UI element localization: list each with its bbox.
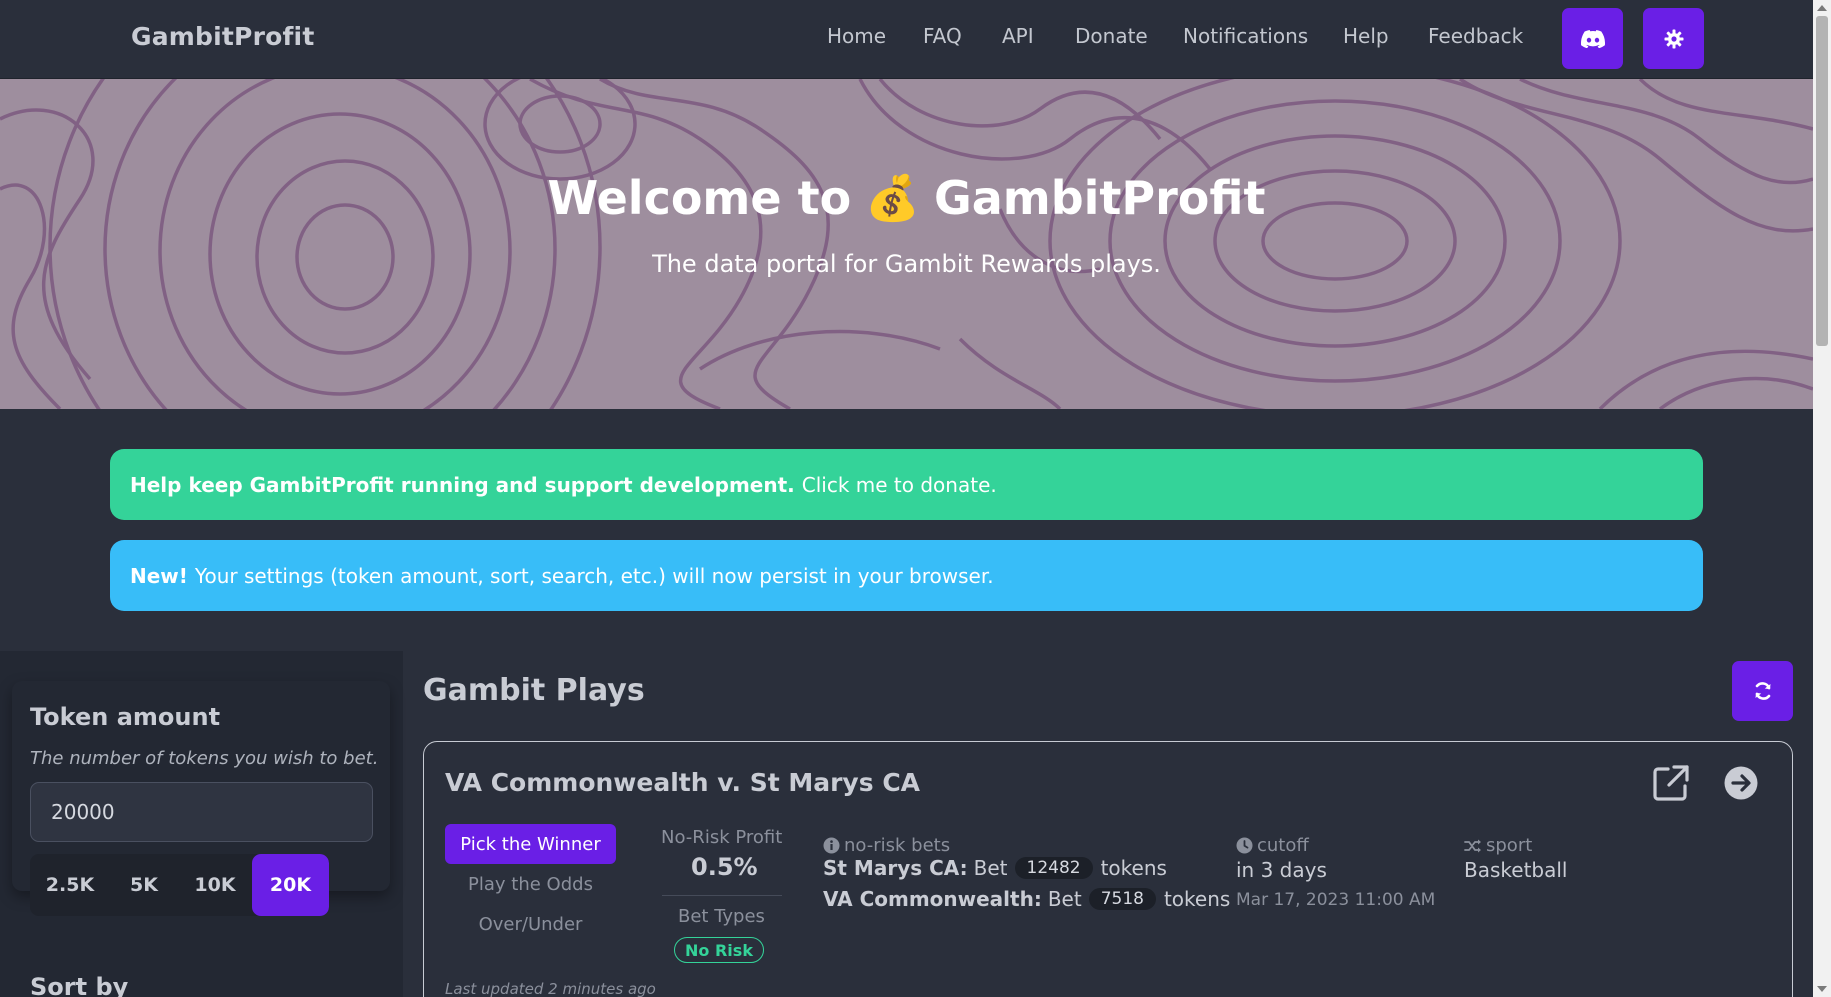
preset-5k-button[interactable]: 5K [110,854,178,916]
nav-link-help[interactable]: Help [1343,24,1389,48]
settings-button[interactable] [1643,8,1704,69]
hero-title-prefix: Welcome to [547,171,852,225]
navbar: GambitProfit Home FAQ API Donate Notific… [0,0,1813,79]
bet-amount-1: 12482 [1014,857,1093,879]
last-updated-text: Last updated 2 minutes ago [445,980,656,997]
bet-verb-2: Bet [1047,887,1082,911]
sport-label: sport [1486,835,1533,856]
donate-alert-text: Click me to donate. [801,472,997,497]
bet-team-1: St Marys CA: [823,856,968,880]
brand-logo[interactable]: GambitProfit [131,22,314,51]
sidebar: Token amount The number of tokens you wi… [0,651,403,997]
play-card: VA Commonwealth v. St Marys CA Pick the … [423,741,1793,997]
cutoff-relative: in 3 days [1236,858,1327,882]
stat-divider [662,895,782,896]
cutoff-label: cutoff [1257,835,1309,856]
play-the-odds-option[interactable]: Play the Odds [445,874,616,895]
nav-link-donate[interactable]: Donate [1075,24,1148,48]
preset-20k-button[interactable]: 20K [252,854,329,916]
sport-value: Basketball [1464,858,1568,882]
info-icon [823,837,840,854]
sport-header: sport [1464,835,1532,856]
hero-banner: Welcome to 💰 GambitProfit The data porta… [0,79,1813,409]
scroll-down-arrow-icon[interactable] [1817,986,1827,992]
hero-title: Welcome to 💰 GambitProfit [0,171,1813,225]
no-risk-bets-label: no-risk bets [844,835,951,856]
token-amount-description: The number of tokens you wish to bet. [30,748,379,769]
token-preset-group: 2.5K 5K 10K 20K [30,854,329,916]
donate-alert-bold: Help keep GambitProfit running and suppo… [130,472,795,497]
nav-link-home[interactable]: Home [827,24,886,48]
token-amount-title: Token amount [30,703,221,731]
new-alert-bold: New! [130,563,188,588]
discord-icon [1580,29,1605,48]
preset-2-5k-button[interactable]: 2.5K [30,854,110,916]
bet-amount-2: 7518 [1088,888,1156,910]
hero-title-suffix: GambitProfit [933,171,1266,225]
play-title: VA Commonwealth v. St Marys CA [445,768,921,797]
donate-alert[interactable]: Help keep GambitProfit running and suppo… [110,449,1703,520]
new-alert-text: Your settings (token amount, sort, searc… [194,563,994,588]
clock-icon [1236,837,1253,854]
no-risk-badge: No Risk [674,937,764,963]
external-link-icon[interactable] [1652,764,1690,802]
topographic-background [0,79,1813,409]
nav-link-api[interactable]: API [1002,24,1034,48]
scroll-thumb[interactable] [1816,16,1828,346]
scroll-up-arrow-icon[interactable] [1817,5,1827,11]
over-under-option[interactable]: Over/Under [445,914,616,935]
hero-subtitle: The data portal for Gambit Rewards plays… [652,250,1161,278]
page-title: Gambit Plays [423,673,645,708]
nav-link-notifications[interactable]: Notifications [1183,24,1308,48]
discord-button[interactable] [1562,8,1623,69]
pick-the-winner-button[interactable]: Pick the Winner [445,824,616,864]
no-risk-profit-label: No-Risk Profit [661,827,783,848]
preset-10k-button[interactable]: 10K [178,854,252,916]
sort-by-title: Sort by [30,973,129,997]
bet-unit-1: tokens [1100,856,1167,880]
bet-team-2: VA Commonwealth: [823,887,1042,911]
refresh-button[interactable] [1732,661,1793,721]
no-risk-profit-value: 0.5% [691,853,758,881]
cutoff-date: Mar 17, 2023 11:00 AM [1236,890,1436,910]
no-risk-bets-header: no-risk bets [823,835,950,856]
arrow-right-circle-icon[interactable] [1723,765,1759,801]
page-scrollbar[interactable] [1813,0,1831,997]
bet-types-label: Bet Types [678,906,765,927]
new-feature-alert: New! Your settings (token amount, sort, … [110,540,1703,611]
bet-row-1: St Marys CA: Bet 12482 tokens [823,856,1167,880]
nav-link-feedback[interactable]: Feedback [1428,24,1523,48]
token-amount-input[interactable] [30,782,373,842]
cutoff-header: cutoff [1236,835,1309,856]
bet-verb-1: Bet [973,856,1008,880]
bet-row-2: VA Commonwealth: Bet 7518 tokens [823,887,1230,911]
shuffle-icon [1464,839,1481,852]
money-bag-icon: 💰 [865,173,920,224]
refresh-icon [1755,682,1770,700]
gear-icon [1664,29,1683,48]
nav-link-faq[interactable]: FAQ [923,24,962,48]
bet-unit-2: tokens [1163,887,1231,911]
